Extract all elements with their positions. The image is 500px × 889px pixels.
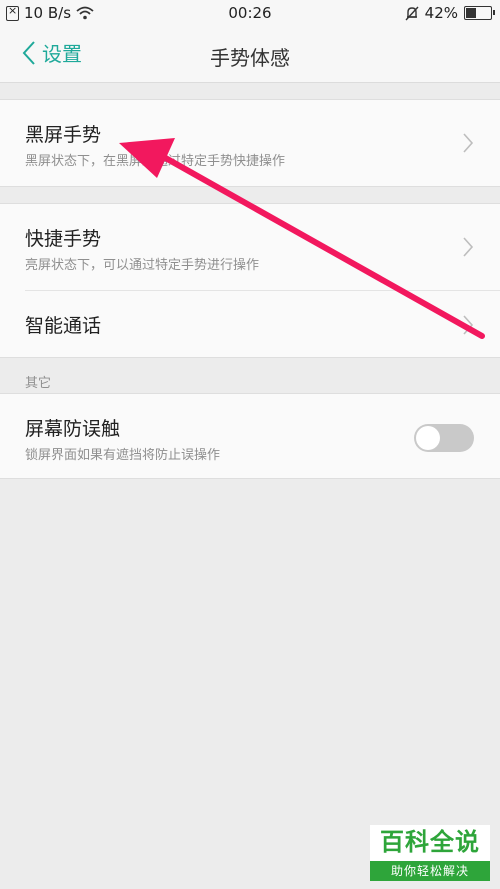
setting-row-smart-call[interactable]: 智能通话	[25, 290, 500, 357]
setting-title: 黑屏手势	[25, 124, 102, 146]
battery-percent: 42%	[424, 4, 458, 22]
navigation-bar: 设置 手势体感	[0, 28, 500, 83]
mute-bell-icon	[405, 6, 419, 20]
status-bar: 10 B/s 00:26 42%	[0, 0, 500, 28]
prevent-mistouch-toggle[interactable]	[414, 424, 474, 452]
setting-subtitle: 黑屏状态下，在黑屏上通过特定手势快捷操作	[25, 154, 286, 169]
setting-subtitle: 锁屏界面如果有遮挡将防止误操作	[25, 448, 221, 463]
other-group: 屏幕防误触 锁屏界面如果有遮挡将防止误操作	[0, 393, 500, 479]
section-label-other: 其它	[25, 376, 52, 391]
watermark-logo: 百科全说 助你轻松解决	[370, 825, 490, 881]
gesture-group-1: 黑屏手势 黑屏状态下，在黑屏上通过特定手势快捷操作	[0, 99, 500, 187]
setting-title: 屏幕防误触	[25, 418, 121, 440]
setting-row-quick-gesture[interactable]: 快捷手势 亮屏状态下，可以通过特定手势进行操作	[0, 204, 500, 290]
chevron-right-icon	[463, 133, 474, 153]
page-title: 手势体感	[210, 46, 290, 70]
chevron-right-icon	[463, 315, 474, 335]
gesture-group-2: 快捷手势 亮屏状态下，可以通过特定手势进行操作 智能通话	[0, 203, 500, 358]
battery-icon	[464, 6, 495, 20]
watermark-subtitle: 助你轻松解决	[370, 861, 490, 881]
watermark-title: 百科全说	[380, 828, 480, 856]
setting-title: 智能通话	[25, 315, 102, 337]
setting-row-prevent-mistouch: 屏幕防误触 锁屏界面如果有遮挡将防止误操作	[0, 394, 500, 478]
chevron-right-icon	[463, 237, 474, 257]
setting-title: 快捷手势	[25, 228, 102, 250]
setting-row-black-screen-gesture[interactable]: 黑屏手势 黑屏状态下，在黑屏上通过特定手势快捷操作	[0, 100, 500, 186]
setting-subtitle: 亮屏状态下，可以通过特定手势进行操作	[25, 258, 260, 273]
